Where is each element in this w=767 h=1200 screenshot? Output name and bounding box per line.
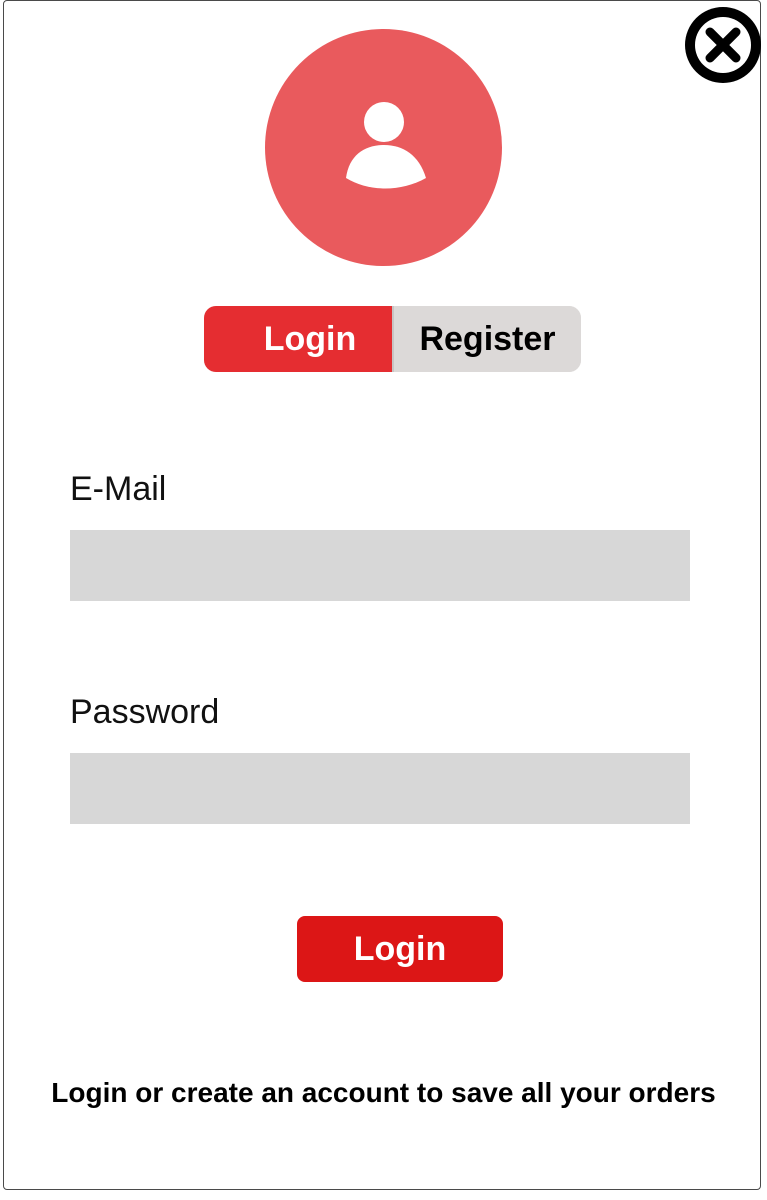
close-circle-icon <box>685 7 761 83</box>
footer-note: Login or create an account to save all y… <box>51 1077 716 1108</box>
auth-tabs: Login Register <box>204 306 581 372</box>
avatar <box>265 29 502 266</box>
tab-register[interactable]: Register <box>392 306 581 372</box>
tab-login[interactable]: Login <box>204 306 392 372</box>
login-button[interactable]: Login <box>297 916 503 982</box>
close-button[interactable] <box>682 4 764 86</box>
email-label: E-Mail <box>70 470 167 508</box>
user-icon <box>346 102 426 189</box>
password-label: Password <box>70 693 220 731</box>
email-field[interactable] <box>70 530 690 601</box>
password-field[interactable] <box>70 753 690 824</box>
